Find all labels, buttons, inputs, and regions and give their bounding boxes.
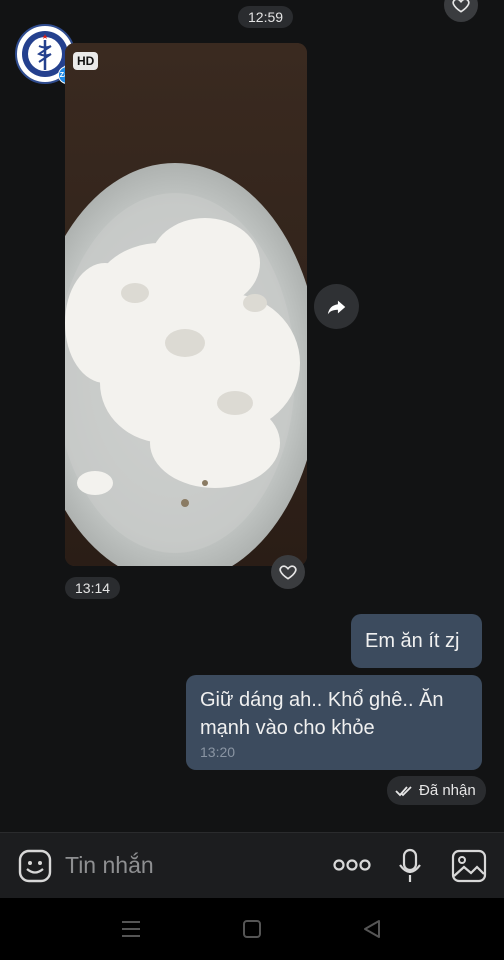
message-input[interactable]: Tin nhắn bbox=[65, 852, 154, 879]
recent-apps-icon bbox=[122, 921, 140, 937]
rice-bowl-photo bbox=[65, 43, 307, 566]
more-button[interactable] bbox=[333, 857, 371, 878]
status-label: Đã nhận bbox=[419, 782, 476, 799]
back-button[interactable] bbox=[363, 919, 381, 944]
photo-time: 13:14 bbox=[65, 577, 121, 599]
sent-message-bubble[interactable]: Giữ dáng ah.. Khổ ghê.. Ăn mạnh vào cho … bbox=[186, 675, 482, 770]
react-heart-button[interactable] bbox=[444, 0, 478, 22]
delivery-status: Đã nhận bbox=[387, 776, 486, 805]
forward-icon bbox=[327, 300, 345, 314]
home-button[interactable] bbox=[243, 920, 261, 943]
microphone-button[interactable] bbox=[398, 848, 422, 889]
message-text: Giữ dáng ah.. Khổ ghê.. Ăn mạnh vào cho … bbox=[200, 689, 444, 739]
sticker-icon bbox=[18, 849, 52, 883]
sticker-button[interactable] bbox=[18, 849, 52, 888]
recent-apps-button[interactable] bbox=[121, 920, 141, 943]
photo-message[interactable] bbox=[65, 43, 307, 566]
message-input-bar: Tin nhắn bbox=[0, 832, 504, 898]
image-icon bbox=[451, 849, 487, 883]
back-icon bbox=[364, 920, 380, 938]
chat-area[interactable]: 12:59 Zalo bbox=[0, 0, 504, 832]
heart-icon bbox=[279, 565, 297, 580]
image-button[interactable] bbox=[451, 849, 487, 888]
heart-icon bbox=[452, 0, 470, 13]
hd-badge: HD bbox=[73, 52, 99, 70]
home-icon bbox=[243, 920, 261, 938]
microphone-icon bbox=[399, 848, 421, 882]
time-separator: 12:59 bbox=[238, 6, 294, 28]
double-check-icon bbox=[395, 785, 412, 796]
more-icon bbox=[333, 859, 371, 871]
message-text: Em ăn ít zj bbox=[365, 630, 460, 652]
system-navigation-bar bbox=[0, 898, 504, 960]
forward-button[interactable] bbox=[314, 284, 359, 329]
sent-message-bubble[interactable]: Em ăn ít zj bbox=[351, 614, 482, 668]
react-heart-button[interactable] bbox=[271, 555, 305, 589]
message-time: 13:20 bbox=[200, 744, 236, 760]
